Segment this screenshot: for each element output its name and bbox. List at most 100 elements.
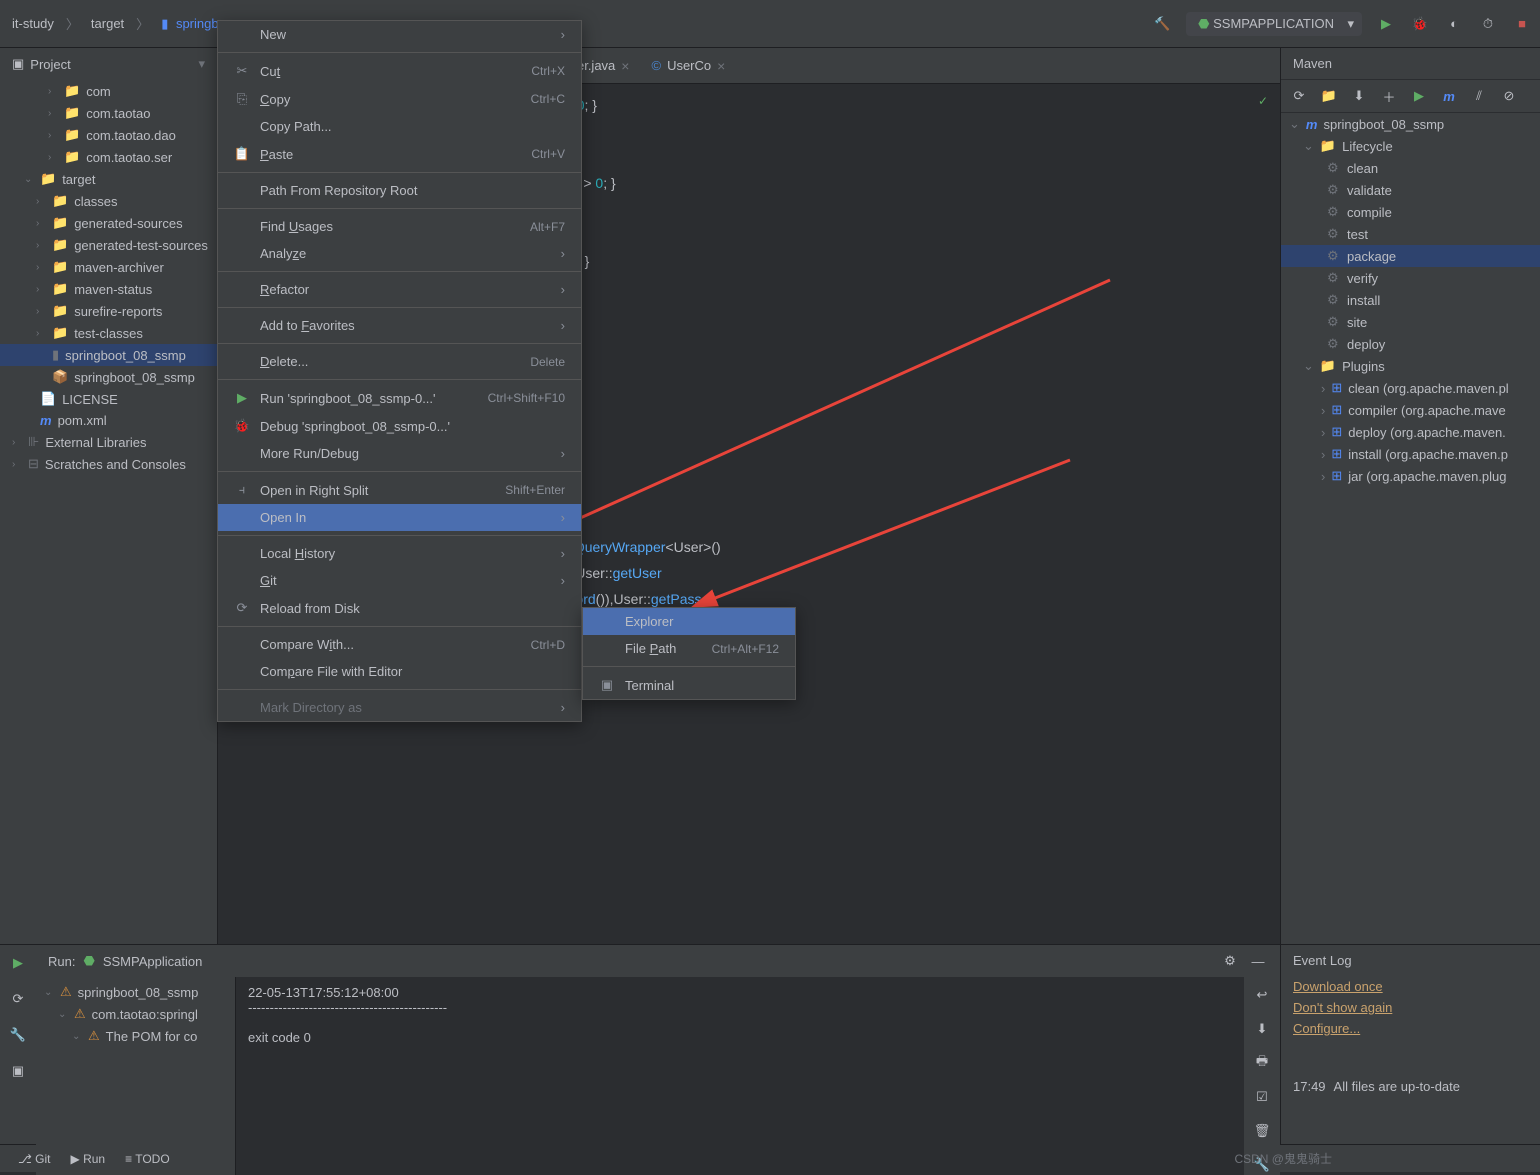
menu-item[interactable]: Path From Repository Root bbox=[218, 177, 581, 204]
run-icon[interactable]: ▶ bbox=[1376, 14, 1396, 34]
git-status[interactable]: ⎇ Git bbox=[8, 1152, 61, 1166]
menu-item[interactable]: ⎘CopyCtrl+C bbox=[218, 85, 581, 113]
menu-item[interactable]: 📋PasteCtrl+V bbox=[218, 140, 581, 168]
event-log-link[interactable]: Don't show again bbox=[1293, 997, 1528, 1018]
filter-icon[interactable]: ☑ bbox=[1252, 1087, 1272, 1107]
tree-item[interactable]: ›📁maven-status bbox=[0, 278, 217, 300]
run-status[interactable]: ▶ Run bbox=[61, 1152, 116, 1166]
tree-item[interactable]: ›📁surefire-reports bbox=[0, 300, 217, 322]
maven-goal[interactable]: ⚙ test bbox=[1281, 223, 1540, 245]
menu-item[interactable]: Compare File with Editor bbox=[218, 658, 581, 685]
tree-item[interactable]: ›📁com.taotao.dao bbox=[0, 124, 217, 146]
run-maven-icon[interactable]: ▶ bbox=[1409, 86, 1429, 106]
menu-item[interactable]: Open In› bbox=[218, 504, 581, 531]
clear-icon[interactable]: 🗑 bbox=[1252, 1121, 1272, 1141]
download-icon[interactable]: ⬇ bbox=[1349, 86, 1369, 106]
tree-item[interactable]: 📦springboot_08_ssmp bbox=[0, 366, 217, 388]
breadcrumb-item[interactable]: target bbox=[87, 14, 128, 33]
submenu-item[interactable]: ▣Terminal bbox=[583, 671, 795, 699]
maven-plugin[interactable]: › ⊞ install (org.apache.maven.p bbox=[1281, 443, 1540, 465]
maven-m-icon[interactable]: m bbox=[1439, 86, 1459, 106]
reload-icon[interactable]: ⟳ bbox=[1289, 86, 1309, 106]
maven-plugin[interactable]: › ⊞ deploy (org.apache.maven. bbox=[1281, 421, 1540, 443]
maven-goal[interactable]: ⚙ validate bbox=[1281, 179, 1540, 201]
tree-item[interactable]: ›📁generated-test-sources bbox=[0, 234, 217, 256]
maven-root[interactable]: ⌄ m springboot_08_ssmp bbox=[1281, 113, 1540, 135]
menu-item[interactable]: Compare With...Ctrl+D bbox=[218, 631, 581, 658]
tree-item[interactable]: ›⊟Scratches and Consoles bbox=[0, 453, 217, 475]
generate-sources-icon[interactable]: 📁 bbox=[1319, 86, 1339, 106]
run-tree-item[interactable]: ⌄⚠The POM for co bbox=[36, 1025, 235, 1047]
menu-item[interactable]: Find UsagesAlt+F7 bbox=[218, 213, 581, 240]
rerun-icon[interactable]: ▶ bbox=[8, 953, 28, 973]
tree-item[interactable]: ›📁classes bbox=[0, 190, 217, 212]
menu-item[interactable]: ⟳Reload from Disk bbox=[218, 594, 581, 622]
layout-icon[interactable]: ▣ bbox=[8, 1061, 28, 1081]
run-tree-item[interactable]: ⌄⚠com.taotao:springl bbox=[36, 1003, 235, 1025]
maven-plugin[interactable]: › ⊞ compiler (org.apache.mave bbox=[1281, 399, 1540, 421]
stop-run-icon[interactable]: ⟳ bbox=[8, 989, 28, 1009]
tree-item[interactable]: ›📁generated-sources bbox=[0, 212, 217, 234]
soft-wrap-icon[interactable]: ↩ bbox=[1252, 985, 1272, 1005]
wrench-icon[interactable]: 🔧 bbox=[8, 1025, 28, 1045]
tree-item[interactable]: ›📁com.taotao bbox=[0, 102, 217, 124]
menu-item[interactable]: Local History› bbox=[218, 540, 581, 567]
menu-item[interactable]: Delete...Delete bbox=[218, 348, 581, 375]
editor-tab[interactable]: ©UserCo× bbox=[641, 50, 735, 82]
add-icon[interactable]: ＋ bbox=[1379, 86, 1399, 106]
maven-plugins[interactable]: ⌄ 📁 Plugins bbox=[1281, 355, 1540, 377]
menu-item[interactable]: 🐞Debug 'springboot_08_ssmp-0...' bbox=[218, 412, 581, 440]
menu-item[interactable]: Mark Directory as› bbox=[218, 694, 581, 721]
menu-item[interactable]: Add to Favorites› bbox=[218, 312, 581, 339]
menu-item[interactable]: Refactor› bbox=[218, 276, 581, 303]
run-output[interactable]: 22-05-13T17:55:12+08:00-----------------… bbox=[236, 977, 1244, 1175]
maven-goal[interactable]: ⚙ verify bbox=[1281, 267, 1540, 289]
context-menu[interactable]: New›✂CutCtrl+X⎘CopyCtrl+CCopy Path...📋Pa… bbox=[217, 20, 582, 722]
tree-item[interactable]: ›📁com.taotao.ser bbox=[0, 146, 217, 168]
maven-plugin[interactable]: › ⊞ clean (org.apache.maven.pl bbox=[1281, 377, 1540, 399]
inspection-check-icon[interactable]: ✓ bbox=[1258, 88, 1268, 114]
submenu[interactable]: ExplorerFile PathCtrl+Alt+F12 ▣Terminal bbox=[582, 607, 796, 700]
submenu-item[interactable]: File PathCtrl+Alt+F12 bbox=[583, 635, 795, 662]
tree-item[interactable]: ›📁maven-archiver bbox=[0, 256, 217, 278]
submenu-item[interactable]: Explorer bbox=[583, 608, 795, 635]
menu-item[interactable]: New› bbox=[218, 21, 581, 48]
project-header[interactable]: ▣ Project ▾ bbox=[0, 48, 217, 80]
maven-plugin[interactable]: › ⊞ jar (org.apache.maven.plug bbox=[1281, 465, 1540, 487]
tree-item[interactable]: ›📁com bbox=[0, 80, 217, 102]
maven-goal[interactable]: ⚙ site bbox=[1281, 311, 1540, 333]
menu-item[interactable]: Git› bbox=[218, 567, 581, 594]
toggle-offline-icon[interactable]: ⫽ bbox=[1469, 86, 1489, 106]
skip-tests-icon[interactable]: ⊘ bbox=[1499, 86, 1519, 106]
print-icon[interactable]: 🖶 bbox=[1252, 1053, 1272, 1073]
tree-item[interactable]: 📄LICENSE bbox=[0, 388, 217, 410]
tree-item[interactable]: ›📁test-classes bbox=[0, 322, 217, 344]
tree-item[interactable]: ›⊪External Libraries bbox=[0, 431, 217, 453]
scroll-end-icon[interactable]: ⬇ bbox=[1252, 1019, 1272, 1039]
menu-item[interactable]: Analyze› bbox=[218, 240, 581, 267]
chevron-down-icon[interactable]: ▾ bbox=[198, 56, 205, 72]
close-icon[interactable]: × bbox=[621, 58, 629, 74]
run-tree-item[interactable]: ⌄⚠springboot_08_ssmp bbox=[36, 981, 235, 1003]
build-icon[interactable]: 🔨 bbox=[1152, 14, 1172, 34]
breadcrumb-item[interactable]: it-study bbox=[8, 14, 58, 33]
gear-icon[interactable]: ⚙ bbox=[1220, 951, 1240, 971]
close-icon[interactable]: × bbox=[717, 58, 725, 74]
stop-icon[interactable]: ■ bbox=[1512, 14, 1532, 34]
maven-goal[interactable]: ⚙ deploy bbox=[1281, 333, 1540, 355]
event-log-link[interactable]: Configure... bbox=[1293, 1018, 1528, 1039]
tree-item[interactable]: ⌄📁target bbox=[0, 168, 217, 190]
maven-goal[interactable]: ⚙ compile bbox=[1281, 201, 1540, 223]
maven-goal[interactable]: ⚙ install bbox=[1281, 289, 1540, 311]
maven-lifecycle[interactable]: ⌄ 📁 Lifecycle bbox=[1281, 135, 1540, 157]
menu-item[interactable]: More Run/Debug› bbox=[218, 440, 581, 467]
menu-item[interactable]: ⫞Open in Right SplitShift+Enter bbox=[218, 476, 581, 504]
todo-status[interactable]: ≡ TODO bbox=[115, 1152, 180, 1166]
maven-goal[interactable]: ⚙ package bbox=[1281, 245, 1540, 267]
tree-item[interactable]: mpom.xml bbox=[0, 410, 217, 431]
menu-item[interactable]: ✂CutCtrl+X bbox=[218, 57, 581, 85]
menu-item[interactable]: ▶Run 'springboot_08_ssmp-0...'Ctrl+Shift… bbox=[218, 384, 581, 412]
event-log-link[interactable]: Download once bbox=[1293, 976, 1528, 997]
debug-icon[interactable]: 🐞 bbox=[1410, 14, 1430, 34]
tree-item[interactable]: ▮springboot_08_ssmp bbox=[0, 344, 217, 366]
